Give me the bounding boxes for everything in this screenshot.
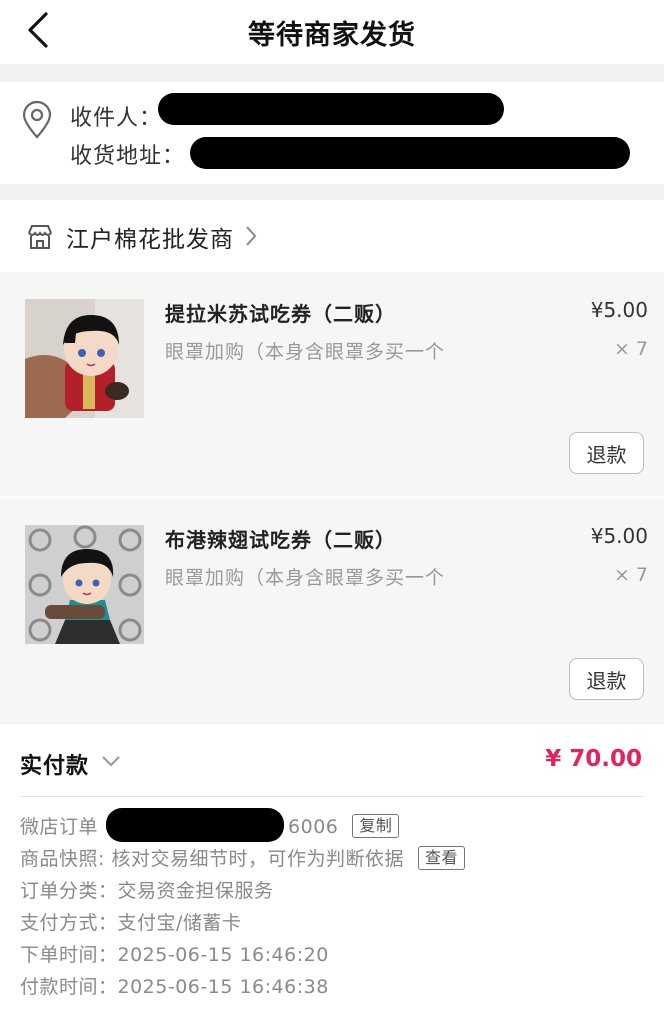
snapshot-row: 商品快照: 核对交易细节时，可作为判断依据 查看 xyxy=(20,844,465,871)
refund-button[interactable]: 退款 xyxy=(569,658,644,700)
redacted-order-number xyxy=(106,808,284,842)
snapshot-text: 商品快照: 核对交易细节时，可作为判断依据 xyxy=(20,848,404,870)
product-quantity: × 7 xyxy=(613,564,648,586)
chevron-down-icon[interactable] xyxy=(100,754,122,768)
recipient-label: 收件人： xyxy=(70,106,163,131)
product-spec: 眼罩加购（本身含眼罩多买一个 xyxy=(165,341,446,363)
address-label: 收货地址： xyxy=(70,144,186,169)
payment-section: 实付款 ¥ 70.00 微店订单 6006 复制 商品快照: 核对交易细节时，可作为… xyxy=(0,724,664,1024)
order-category: 订单分类：交易资金担保服务 xyxy=(20,880,274,902)
payment-method: 支付方式：支付宝/储蓄卡 xyxy=(20,912,242,934)
order-item[interactable]: 布港辣翅试吃券（二贩） 眼罩加购（本身含眼罩多买一个 ¥5.00 × 7 退款 xyxy=(0,498,664,722)
back-button[interactable] xyxy=(18,8,58,52)
product-price: ¥5.00 xyxy=(590,298,648,322)
location-pin-icon xyxy=(22,100,52,139)
order-time: 下单时间：2025-06-15 16:46:20 xyxy=(20,944,329,966)
page-title: 等待商家发货 xyxy=(248,19,416,51)
shop-name: 江户棉花批发商 xyxy=(66,227,234,253)
section-divider xyxy=(20,796,644,797)
refund-button[interactable]: 退款 xyxy=(569,432,644,474)
paid-amount: ¥ 70.00 xyxy=(545,746,642,772)
product-spec: 眼罩加购（本身含眼罩多买一个 xyxy=(165,567,446,589)
view-snapshot-button[interactable]: 查看 xyxy=(417,846,465,870)
product-price: ¥5.00 xyxy=(590,524,648,548)
chevron-right-icon xyxy=(246,226,257,246)
copy-button[interactable]: 复制 xyxy=(352,814,400,838)
store-icon xyxy=(28,225,52,249)
plush-doll-image xyxy=(25,299,144,418)
order-number-tail: 6006 xyxy=(288,816,339,838)
redacted-address xyxy=(190,137,630,169)
order-number-label: 微店订单 xyxy=(20,816,99,838)
order-item[interactable]: 提拉米苏试吃券（二贩） 眼罩加购（本身含眼罩多买一个 ¥5.00 × 7 退款 xyxy=(0,272,664,496)
payment-time: 付款时间：2025-06-15 16:46:38 xyxy=(20,976,329,998)
product-quantity: × 7 xyxy=(613,338,648,360)
product-thumbnail[interactable] xyxy=(25,525,144,644)
top-bar: 等待商家发货 xyxy=(0,0,664,64)
plush-doll-image xyxy=(25,525,144,644)
product-name: 布港辣翅试吃券（二贩） xyxy=(165,528,396,552)
shop-row[interactable]: 江户棉花批发商 xyxy=(0,200,664,272)
chevron-left-icon xyxy=(28,12,48,48)
address-card[interactable]: 收件人： 收货地址： xyxy=(0,82,664,184)
paid-amount-label: 实付款 xyxy=(20,754,90,779)
product-thumbnail[interactable] xyxy=(25,299,144,418)
product-name: 提拉米苏试吃券（二贩） xyxy=(165,302,396,326)
redacted-recipient xyxy=(158,93,504,125)
